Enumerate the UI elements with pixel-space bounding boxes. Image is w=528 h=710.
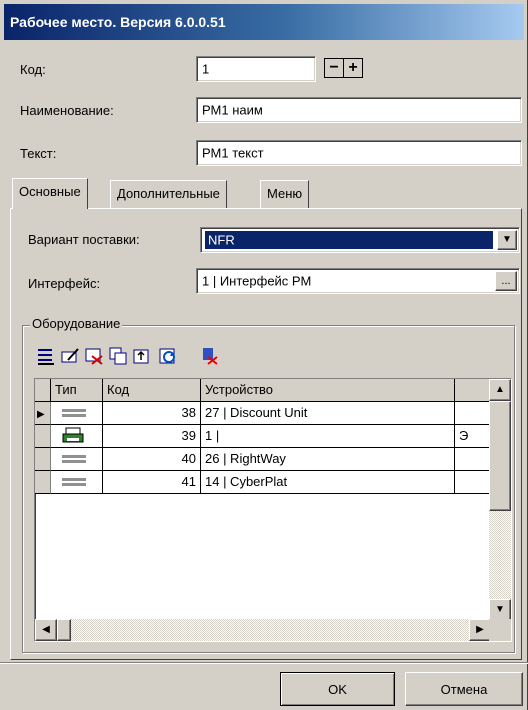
interface-label: Интерфейс: <box>28 276 101 291</box>
device-icon <box>62 409 86 417</box>
chevron-down-icon: ▼ <box>495 604 505 615</box>
interface-value: 1 | Интерфейс РМ <box>202 273 312 289</box>
row-code: 38 <box>103 402 201 425</box>
column-header-code[interactable]: Код <box>103 379 201 402</box>
edit-icon[interactable] <box>60 346 80 366</box>
window: Рабочее место. Версия 6.0.0.51 Код: 1 − … <box>0 0 528 710</box>
decrement-button[interactable]: − <box>324 58 344 78</box>
row-indicator[interactable]: ▶ <box>35 402 51 425</box>
increment-button[interactable]: + <box>343 58 363 78</box>
name-label: Наименование: <box>20 103 114 118</box>
code-label: Код: <box>20 62 46 77</box>
row-code: 40 <box>103 448 201 471</box>
row-code: 41 <box>103 471 201 494</box>
device-icon <box>62 455 86 463</box>
delete-icon[interactable] <box>84 346 104 366</box>
refresh-icon[interactable] <box>158 346 178 366</box>
delivery-label: Вариант поставки: <box>28 232 140 247</box>
row-device: 1 | <box>201 425 455 448</box>
equipment-group-title: Оборудование <box>30 316 123 331</box>
export-icon[interactable] <box>132 346 152 366</box>
scroll-left-button[interactable]: ◀ <box>35 619 57 641</box>
chevron-right-icon: ▶ <box>476 624 484 635</box>
text-value: РМ1 текст <box>202 145 264 161</box>
row-indicator[interactable] <box>35 471 51 494</box>
row-device: 26 | RightWay <box>201 448 455 471</box>
row-indicator[interactable] <box>35 425 51 448</box>
device-icon <box>62 478 86 486</box>
scroll-right-button[interactable]: ▶ <box>469 619 491 641</box>
divider <box>0 662 528 664</box>
row-device: 14 | CyberPlat <box>201 471 455 494</box>
name-field[interactable]: РМ1 наим <box>196 97 522 123</box>
equipment-table[interactable]: Тип Код Устройство ▶ 38 27 | Discount Un… <box>34 378 512 642</box>
interface-browse-button[interactable]: ... <box>495 271 517 291</box>
ok-button[interactable]: OK <box>280 672 395 706</box>
delivery-select[interactable]: NFR ▼ <box>200 227 520 253</box>
delivery-selected: NFR <box>205 231 493 249</box>
copy-icon[interactable] <box>108 346 128 366</box>
table-row[interactable] <box>51 425 103 448</box>
table-row[interactable] <box>51 471 103 494</box>
code-field[interactable]: 1 <box>196 56 316 82</box>
table-row[interactable] <box>51 448 103 471</box>
horizontal-scrollbar[interactable]: ◀ ▶ <box>35 619 491 641</box>
table-row[interactable] <box>51 402 103 425</box>
interface-field[interactable]: 1 | Интерфейс РМ ... <box>196 268 520 294</box>
row-indicator-header <box>35 379 51 402</box>
tab-basic[interactable]: Основные <box>12 178 88 209</box>
column-header-type[interactable]: Тип <box>51 379 103 402</box>
row-code: 39 <box>103 425 201 448</box>
horizontal-scroll-thumb[interactable] <box>57 619 71 641</box>
delivery-dropdown-button[interactable]: ▼ <box>497 230 517 250</box>
delete-all-icon[interactable] <box>200 346 220 366</box>
row-device: 27 | Discount Unit <box>201 402 455 425</box>
printer-icon <box>62 427 84 443</box>
delivery-value: NFR <box>208 232 235 248</box>
scroll-down-button[interactable]: ▼ <box>489 599 511 621</box>
tab-additional[interactable]: Дополнительные <box>110 180 227 208</box>
chevron-left-icon: ◀ <box>42 624 50 635</box>
cancel-button[interactable]: Отмена <box>405 672 523 706</box>
scroll-up-button[interactable]: ▲ <box>489 379 511 401</box>
row-indicator[interactable] <box>35 448 51 471</box>
chevron-down-icon: ▼ <box>502 234 512 245</box>
text-label: Текст: <box>20 146 57 161</box>
vertical-scrollbar[interactable]: ▲ ▼ <box>489 379 511 621</box>
text-field[interactable]: РМ1 текст <box>196 140 522 166</box>
scrollbar-corner <box>489 619 511 641</box>
tab-menu[interactable]: Меню <box>260 180 310 208</box>
list-add-icon[interactable] <box>36 346 56 366</box>
column-header-device[interactable]: Устройство <box>201 379 455 402</box>
name-value: РМ1 наим <box>202 102 263 118</box>
window-title: Рабочее место. Версия 6.0.0.51 <box>4 4 524 40</box>
code-value: 1 <box>202 61 210 77</box>
chevron-up-icon: ▲ <box>495 384 505 395</box>
vertical-scroll-thumb[interactable] <box>489 401 511 511</box>
